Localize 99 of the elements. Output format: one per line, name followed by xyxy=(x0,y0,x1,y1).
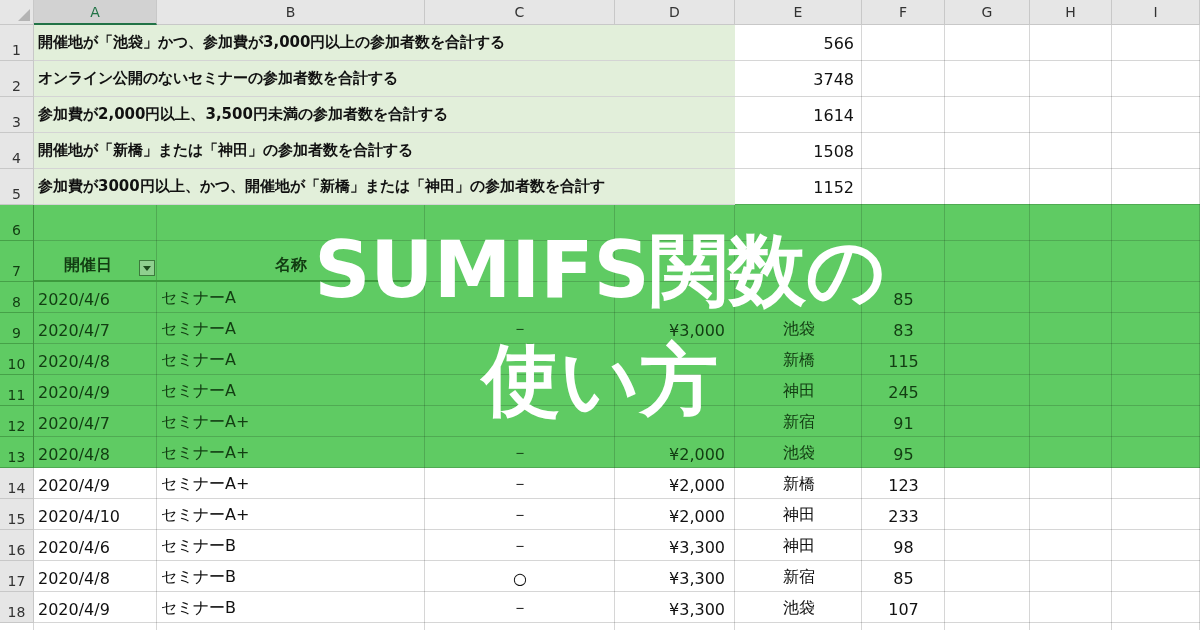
table-cell-text: 2020/4/6 xyxy=(37,537,111,559)
column-header[interactable]: F xyxy=(862,0,945,25)
table-cell-text: ○ xyxy=(512,568,528,590)
table-cell-text: セミナーB xyxy=(160,566,237,588)
cell-text: 開催地が「新橋」または「神田」の参加者数を合計する xyxy=(34,133,735,169)
column-header[interactable]: D xyxy=(615,0,735,25)
table-cell-text: 神田 xyxy=(781,380,816,402)
table-cell-text: 98 xyxy=(892,537,915,559)
row-header[interactable]: 4 xyxy=(0,133,34,169)
table-cell-text: 2020/4/9 xyxy=(37,382,111,404)
table-cell-text: セミナーB xyxy=(160,597,237,619)
cell-text: 開催地が「池袋」かつ、参加費が3,000円以上の参加者数を合計する xyxy=(34,25,735,61)
table-cell-text: 123 xyxy=(887,475,920,497)
table-cell-text: 3748 xyxy=(812,69,855,91)
table-cell-text: セミナーA+ xyxy=(160,411,251,433)
table-cell-text: 新橋 xyxy=(781,473,816,495)
table-cell-text: ¥3,300 xyxy=(668,537,726,559)
table-cell-text: － xyxy=(511,597,529,619)
column-header[interactable]: C xyxy=(425,0,615,25)
table-cell-text: ¥3,300 xyxy=(668,599,726,621)
table-cell-text: 1152 xyxy=(812,177,855,199)
table-cell-text: 新宿 xyxy=(781,411,816,433)
row-header[interactable]: 7 xyxy=(0,241,34,282)
table-cell-text: － xyxy=(511,504,529,526)
table-cell-text: ¥2,000 xyxy=(668,506,726,528)
column-header[interactable]: B xyxy=(157,0,425,25)
row-header[interactable]: 11 xyxy=(0,375,34,406)
column-title: 開催日 xyxy=(64,255,112,276)
table-cell-text: 233 xyxy=(887,506,920,528)
table-cell-text: セミナーA+ xyxy=(160,504,251,526)
table-cell-text: 新橋 xyxy=(781,349,816,371)
row-header[interactable]: 17 xyxy=(0,561,34,592)
table-cell-text: 2020/4/10 xyxy=(37,506,122,528)
table-cell-text: － xyxy=(511,535,529,557)
column-header[interactable]: H xyxy=(1030,0,1112,25)
table-cell-text: 2020/4/7 xyxy=(37,413,111,435)
row-header[interactable]: 12 xyxy=(0,406,34,437)
filter-dropdown-button[interactable] xyxy=(139,260,155,276)
table-cell-text: 566 xyxy=(822,33,855,55)
row-header[interactable]: 2 xyxy=(0,61,34,97)
column-header[interactable]: A xyxy=(34,0,157,25)
table-cell-text: 1614 xyxy=(812,105,855,127)
table-cell-text: 2020/4/9 xyxy=(37,599,111,621)
row-header[interactable]: 5 xyxy=(0,169,34,205)
table-cell-text: セミナーA+ xyxy=(160,442,251,464)
table-cell-text: 83 xyxy=(892,320,915,342)
table-cell-text: 新宿 xyxy=(781,566,816,588)
row-header[interactable]: 1 xyxy=(0,25,34,61)
corner-triangle-icon xyxy=(18,9,30,21)
table-cell-text: 神田 xyxy=(781,504,816,526)
table-cell-text: 245 xyxy=(887,382,920,404)
cell-text: 参加費が3000円以上、かつ、開催地が「新橋」または「神田」の参加者数を合計す xyxy=(34,169,735,205)
row-header[interactable]: 8 xyxy=(0,282,34,313)
row-header[interactable]: 14 xyxy=(0,468,34,499)
row-header[interactable]: 15 xyxy=(0,499,34,530)
table-cell-text: セミナーA+ xyxy=(160,473,251,495)
table-cell-text: － xyxy=(511,318,529,340)
table-cell-text: ¥2,000 xyxy=(668,475,726,497)
table-cell-text: 2020/4/8 xyxy=(37,568,111,590)
table-cell-text: セミナーA xyxy=(160,380,237,402)
column-header[interactable]: E xyxy=(735,0,862,25)
table-cell-text: セミナーB xyxy=(160,535,237,557)
table-cell-text: 池袋 xyxy=(781,442,816,464)
table-cell-text: － xyxy=(511,473,529,495)
table-cell-text: セミナーA xyxy=(160,349,237,371)
column-header[interactable]: I xyxy=(1112,0,1200,25)
row-header[interactable]: 16 xyxy=(0,530,34,561)
table-cell-text: 2020/4/6 xyxy=(37,289,111,311)
table-cell-text: 池袋 xyxy=(781,597,816,619)
table-cell-text: セミナーA xyxy=(160,318,237,340)
table-cell-text: 107 xyxy=(887,599,920,621)
banner-title: SUMIFS関数の xyxy=(314,230,886,310)
table-cell-text: 1508 xyxy=(812,141,855,163)
column-header[interactable]: G xyxy=(945,0,1030,25)
table-cell-text: セミナーA xyxy=(160,287,237,309)
table-cell-text: ¥2,000 xyxy=(668,444,726,466)
table-cell-text: － xyxy=(511,442,529,464)
table-cell-text: 2020/4/8 xyxy=(37,351,111,373)
cell-text: 参加費が2,000円以上、3,500円未満の参加者数を合計する xyxy=(34,97,735,133)
caret-icon xyxy=(143,265,151,271)
table-cell-text: ¥3,300 xyxy=(668,568,726,590)
table-cell-text: 池袋 xyxy=(781,318,816,340)
table-cell-text: 85 xyxy=(892,289,915,311)
table-cell-text: 95 xyxy=(892,444,915,466)
table-cell-text: ¥3,000 xyxy=(669,320,726,340)
table-cell-text: 115 xyxy=(887,351,920,373)
row-header[interactable]: 6 xyxy=(0,205,34,241)
row-header[interactable]: 18 xyxy=(0,592,34,623)
table-cell-text: 2020/4/7 xyxy=(37,320,111,342)
row-header[interactable]: 9 xyxy=(0,313,34,344)
cell-text: オンライン公開のないセミナーの参加者数を合計する xyxy=(34,61,735,97)
table-cell-text: 神田 xyxy=(781,535,816,557)
table-cell-text: 2020/4/8 xyxy=(37,444,111,466)
row-header[interactable]: 3 xyxy=(0,97,34,133)
row-header[interactable]: 10 xyxy=(0,344,34,375)
table-cell-text: 85 xyxy=(892,568,915,590)
banner-title: 使い方 xyxy=(482,340,718,420)
table-cell-text: 91 xyxy=(892,413,915,435)
table-cell-text: 2020/4/9 xyxy=(37,475,111,497)
